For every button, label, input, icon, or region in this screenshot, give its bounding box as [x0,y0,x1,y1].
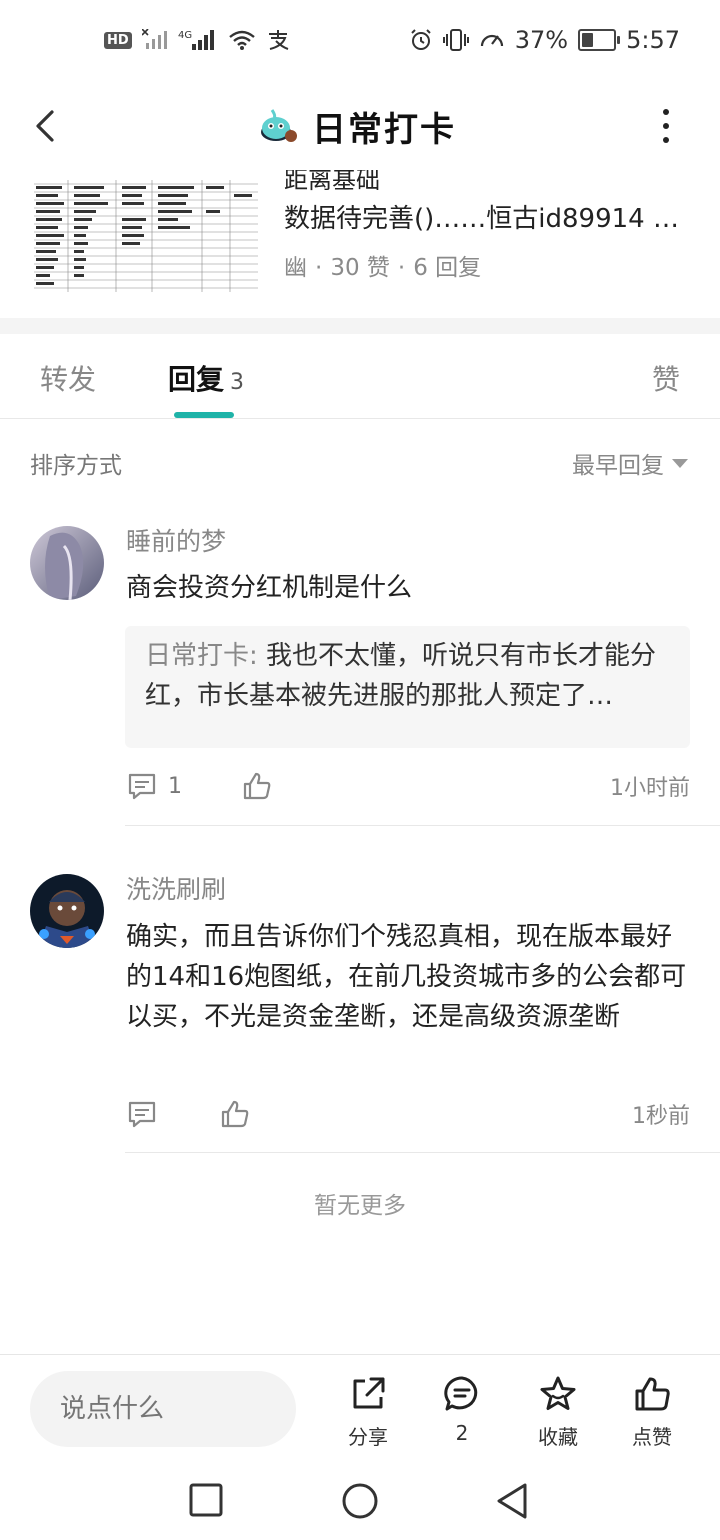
quoted-reply[interactable]: 日常打卡: 我也不太懂，听说只有市长才能分红，市长基本被先进服的那批人预定了… [125,626,690,748]
active-tab-indicator [174,412,234,418]
signal-4g-icon: 4G [178,30,214,50]
post-meta: 幽 · 30 赞 · 6 回复 [284,248,481,282]
post-replies: 6 回复 [413,255,482,281]
meta-separator: · [315,255,323,281]
collect-button[interactable]: 收藏 [518,1375,598,1450]
post-likes: 30 赞 [330,255,390,281]
like-label: 点赞 [632,1425,672,1449]
thumbs-up-icon [221,1100,249,1128]
alarm-icon [411,29,431,50]
chat-bubble-icon [444,1376,478,1411]
section-divider [0,318,720,334]
title-group[interactable]: 日常打卡 [258,98,456,154]
comment-time: 1秒前 [632,1104,690,1129]
quote-separator: : [249,641,258,671]
avatar-image [30,874,104,948]
recents-square-icon[interactable] [188,1482,224,1518]
bottom-action-bar: 分享 2 收藏 点赞 [0,1354,720,1463]
caret-down-icon [672,458,688,468]
alipay-icon [268,30,289,50]
like-post-button[interactable]: 点赞 [612,1375,692,1450]
top-header: 日常打卡 [0,84,720,168]
reply-button[interactable] [126,1099,158,1129]
share-label: 分享 [348,1425,388,1449]
avatar-image [30,526,104,600]
game-mascot-icon [261,109,297,142]
comment-text: 商会投资分红机制是什么 [126,573,413,603]
chevron-left-icon [36,110,54,142]
battery-percent: 37% [514,26,569,54]
avatar[interactable] [30,526,104,600]
comment-divider [125,1152,720,1153]
vibrate-icon [442,29,469,51]
tab-reply-label: 回复 [168,363,225,396]
sort-label: 排序方式 [30,453,122,479]
share-button[interactable]: 分享 [328,1375,408,1450]
dot [663,109,669,115]
wifi-icon [228,30,255,50]
post-thumbnail[interactable] [34,180,258,292]
avatar[interactable] [30,874,104,948]
comment-icon [128,1101,156,1128]
dot [663,123,669,129]
sort-value: 最早回复 [572,453,664,479]
signal-x-icon [141,29,167,49]
tab-reply-count: 3 [230,370,245,395]
back-triangle-icon[interactable] [494,1482,530,1520]
thumbs-up-icon [243,772,271,800]
star-icon [540,1376,576,1410]
like-button[interactable] [242,771,272,801]
status-bar: HD 4G 37% 5:57 [0,0,720,84]
comments-button[interactable]: 2 [422,1375,502,1445]
no-more-label: 暂无更多 [314,1193,406,1219]
comment-input[interactable] [30,1371,296,1447]
tab-reply[interactable]: 回复 3 [168,358,244,398]
spreadsheet-thumbnail-image [34,180,258,292]
svg-text:4G: 4G [178,30,192,41]
comments-count: 2 [455,1421,469,1445]
system-nav-bar [0,1462,720,1540]
battery-icon [578,29,621,51]
quoted-author: 日常打卡 [145,641,250,671]
share-icon [353,1377,385,1409]
page-title: 日常打卡 [312,109,456,150]
clock: 5:57 [626,26,680,54]
post-summary[interactable]: 距离基础 数据待完善()……恒古id89914 1… 幽 · 30 赞 · 6 回复 [0,168,720,318]
hd-badge: HD [104,31,132,49]
comment-actions: 1 1小时前 [126,770,690,802]
tab-like[interactable]: 赞 [652,358,680,398]
post-author: 幽 [284,255,307,281]
battery-fill [582,33,594,47]
comment-text: 确实，而且告诉你们个残忍真相，现在版本最好的14和16炮图纸，在前几投资城市多的… [126,922,687,1032]
reply-button[interactable]: 1 [126,771,182,801]
home-circle-icon[interactable] [341,1482,379,1520]
post-description: 数据待完善()……恒古id89914 1… [284,204,694,234]
back-button[interactable] [28,106,68,146]
meta-separator: · [397,255,406,281]
speed-icon [480,34,503,47]
like-button[interactable] [220,1099,250,1129]
dot [663,137,669,143]
tab-forward[interactable]: 转发 [40,358,96,398]
comment-icon [128,773,156,800]
tab-bar: 转发 回复 3 赞 [0,334,720,419]
comment-divider [125,825,720,826]
reply-count: 1 [168,773,182,799]
commenter-name[interactable]: 睡前的梦 [126,522,226,558]
comment-time: 1小时前 [610,776,690,801]
collect-label: 收藏 [538,1425,578,1449]
thumbs-up-icon [635,1377,670,1411]
more-options-button[interactable] [648,106,684,146]
comment-actions: 1秒前 [126,1098,690,1130]
post-title-partial: 距离基础 [284,168,380,194]
sort-dropdown[interactable]: 最早回复 [572,446,688,480]
commenter-name[interactable]: 洗洗刷刷 [126,870,226,906]
